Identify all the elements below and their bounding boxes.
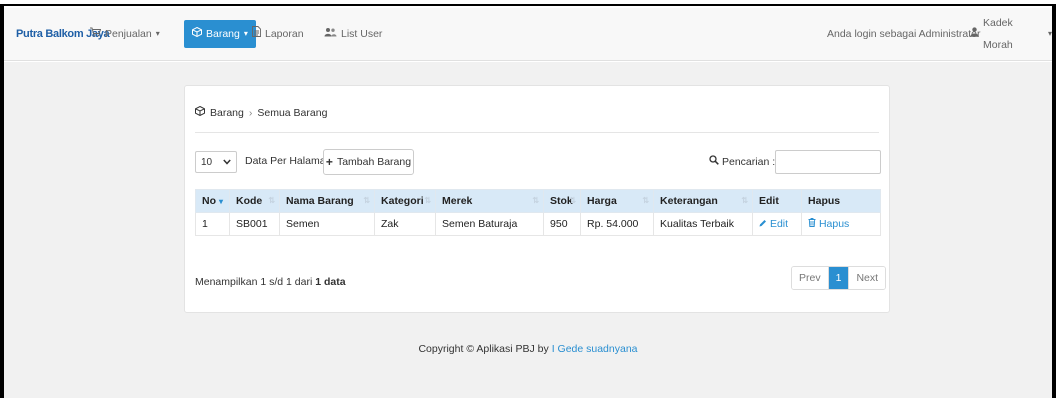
col-header-no[interactable]: No ▾ [194,189,231,213]
nav-barang-label: Barang [206,28,240,40]
cell-kode: SB001 [229,212,281,236]
table-row: 1 SB001 Semen Zak Semen Baturaja 950 Rp.… [194,212,881,236]
table-header-row: No ▾ Kode ⇅ Nama Barang ⇅ Kategori ⇅ Merek ⇅ … [194,189,881,213]
cell-no: 1 [194,212,231,236]
cell-edit: Edit [752,212,803,236]
cell-harga: Rp. 54.000 [580,212,655,236]
nav-penjualan[interactable]: Penjualan ▾ [90,23,160,45]
col-header-keterangan[interactable]: Keterangan ⇅ [653,189,754,213]
search-label: Pencarian : [709,155,775,168]
pencil-icon [759,218,770,230]
sort-desc-icon: ▾ [219,197,224,206]
login-status: Anda login sebagai Administrator [827,28,981,40]
col-header-stok[interactable]: Stok ⇅ [543,189,582,213]
pagination-next[interactable]: Next [849,267,886,289]
sort-icon: ⇅ [569,196,577,205]
pagination-prev[interactable]: Prev [792,267,829,289]
col-header-harga[interactable]: Harga ⇅ [580,189,655,213]
delete-link[interactable]: Hapus [808,218,849,230]
nav-laporan-label: Laporan [265,28,304,40]
cell-nama: Semen [279,212,376,236]
box-icon [195,105,205,119]
user-menu[interactable]: Kadek Morah ▾ [970,17,1052,51]
sort-icon: ⇅ [642,196,650,205]
nav-barang[interactable]: Barang ▾ [184,20,256,48]
window-top-edge [0,0,1056,6]
sort-icon: ⇅ [268,196,276,205]
cart-icon [90,23,102,45]
cell-kategori: Zak [374,212,437,236]
col-header-hapus: Hapus [801,189,881,213]
chevron-down-icon: ▾ [243,29,248,38]
items-table: No ▾ Kode ⇅ Nama Barang ⇅ Kategori ⇅ Merek ⇅ … [194,189,881,236]
breadcrumb-current: Semua Barang [257,106,328,119]
sort-icon: ⇅ [741,196,749,205]
footer-author-link[interactable]: I Gede suadnyana [552,343,638,355]
edit-link[interactable]: Edit [759,218,788,230]
user-name: Kadek Morah [983,17,1013,51]
top-navbar: Putra Balkom Jaya Penjualan ▾ Barang ▾ L… [4,8,1052,61]
breadcrumb: Barang › Semua Barang [195,105,328,119]
user-icon [970,23,979,45]
chevron-down-icon: ▾ [1047,29,1052,38]
box-icon [192,20,202,48]
document-icon [252,23,261,45]
per-page-label: Data Per Halaman [245,155,332,167]
cell-hapus: Hapus [801,212,881,236]
users-icon [324,23,337,45]
pagination: Prev 1 Next [791,266,887,290]
pagination-page-current[interactable]: 1 [828,267,850,289]
search-input[interactable] [775,150,881,174]
per-page-value: 10 [201,156,213,168]
footer-text: Copyright © Aplikasi PBJ by [418,343,549,355]
app-frame: Putra Balkom Jaya Penjualan ▾ Barang ▾ L… [0,0,1056,398]
table-info: Menampilkan 1 s/d 1 dari 1 data [195,276,346,288]
sort-icon: ⇅ [424,196,432,205]
sort-icon: ⇅ [532,196,540,205]
nav-laporan[interactable]: Laporan [252,23,304,45]
nav-penjualan-label: Penjualan [105,28,152,40]
page-footer: Copyright © Aplikasi PBJ by I Gede suadn… [0,343,1056,355]
cell-keterangan: Kualitas Terbaik [653,212,754,236]
panel-divider [195,132,879,133]
col-header-kode[interactable]: Kode ⇅ [229,189,281,213]
add-item-label: Tambah Barang [336,156,412,168]
search-icon [709,155,719,168]
nav-list-user[interactable]: List User [324,23,382,45]
window-right-edge [1052,6,1056,398]
chevron-down-icon: ▾ [155,29,160,38]
per-page-select[interactable]: 10 [195,151,237,173]
breadcrumb-root[interactable]: Barang [210,107,244,119]
sort-icon: ⇅ [363,196,371,205]
trash-icon [808,218,819,230]
chevron-down-icon [223,157,231,168]
cell-merek: Semen Baturaja [435,212,545,236]
cell-stok: 950 [543,212,582,236]
col-header-kategori[interactable]: Kategori ⇅ [374,189,437,213]
search-label-text: Pencarian : [722,155,776,168]
plus-icon: + [325,155,333,169]
add-item-button[interactable]: + Tambah Barang [323,149,414,175]
col-header-edit: Edit [752,189,803,213]
items-panel: Barang › Semua Barang 10 Data Per Halama… [184,85,890,313]
col-header-merek[interactable]: Merek ⇅ [435,189,545,213]
nav-list-user-label: List User [341,28,383,40]
breadcrumb-separator: › [248,106,253,119]
col-header-nama[interactable]: Nama Barang ⇅ [279,189,376,213]
